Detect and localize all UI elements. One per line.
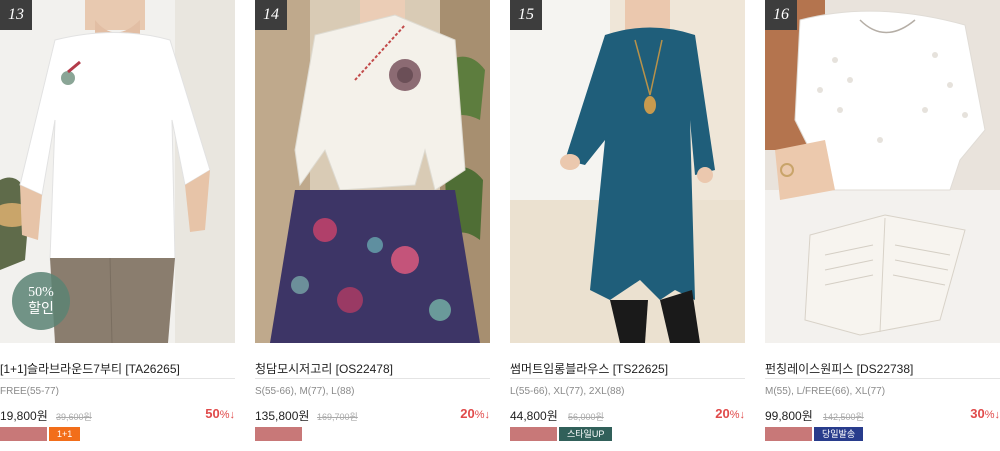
discount-number: 50 xyxy=(205,406,220,421)
color-swatch xyxy=(255,427,302,441)
original-price: 142,500원 xyxy=(823,412,864,422)
product-grid: 13 50% 할인 [1+1]슬라브라운드7부티 [TA26265] FREE(… xyxy=(0,0,1000,451)
promo-tag: 스타일UP xyxy=(559,427,613,441)
color-swatch xyxy=(765,427,812,441)
product-tags: 스타일UP xyxy=(510,427,613,441)
original-price: 39,600원 xyxy=(56,412,92,422)
product-card[interactable]: 16 펀칭레이스원피스 [DS22738] M(55), L/FREE(66),… xyxy=(765,0,1000,451)
product-image[interactable]: 13 50% 할인 xyxy=(0,0,235,343)
discount-rate: 20%↓ xyxy=(460,406,490,421)
discount-rate: 20%↓ xyxy=(715,406,745,421)
discount-rate: 30%↓ xyxy=(970,406,1000,421)
divider xyxy=(0,378,235,379)
original-price: 56,000원 xyxy=(568,412,604,422)
discount-suffix: %↓ xyxy=(729,409,745,421)
product-photo-lace-dress xyxy=(765,0,1000,343)
product-sizes: S(55-66), M(77), L(88) xyxy=(255,386,355,397)
promo-tag: 1+1 xyxy=(49,427,81,441)
color-swatch xyxy=(510,427,557,441)
rank-badge: 15 xyxy=(510,0,542,30)
discount-suffix: %↓ xyxy=(219,409,235,421)
product-card[interactable]: 14 청담모시저고리 [OS22478] S(55-66), M(77), L(… xyxy=(255,0,490,451)
product-card[interactable]: 15 썸머트임롱블라우스 [TS22625] L(55-66), XL(77),… xyxy=(510,0,745,451)
product-image[interactable]: 16 xyxy=(765,0,1000,343)
rank-badge: 14 xyxy=(255,0,287,30)
badge-percent: 50% xyxy=(28,285,54,300)
promo-tag: 당일발송 xyxy=(814,427,864,441)
discount-suffix: %↓ xyxy=(474,409,490,421)
discount-number: 20 xyxy=(460,406,475,421)
product-photo-hanbok-jeogori xyxy=(255,0,490,343)
product-sizes: FREE(55-77) xyxy=(0,386,59,397)
product-card[interactable]: 13 50% 할인 [1+1]슬라브라운드7부티 [TA26265] FREE(… xyxy=(0,0,235,451)
discount-rate: 50%↓ xyxy=(205,406,235,421)
discount-circle-badge: 50% 할인 xyxy=(12,272,70,330)
original-price: 169,700원 xyxy=(317,412,358,422)
product-image[interactable]: 14 xyxy=(255,0,490,343)
discount-suffix: %↓ xyxy=(984,409,1000,421)
product-name[interactable]: [1+1]슬라브라운드7부티 [TA26265] xyxy=(0,360,235,377)
rank-badge: 16 xyxy=(765,0,797,30)
product-sizes: L(55-66), XL(77), 2XL(88) xyxy=(510,386,625,397)
product-tags: 1+1 xyxy=(0,427,81,441)
badge-label: 할인 xyxy=(28,302,54,317)
sale-price: 135,800원 xyxy=(255,409,310,423)
product-name[interactable]: 청담모시저고리 [OS22478] xyxy=(255,360,490,377)
divider xyxy=(255,378,490,379)
product-image[interactable]: 15 xyxy=(510,0,745,343)
rank-badge: 13 xyxy=(0,0,32,30)
product-tags: 당일발송 xyxy=(765,427,864,441)
color-swatch xyxy=(0,427,47,441)
discount-number: 30 xyxy=(970,406,985,421)
product-photo-teal-blouse xyxy=(510,0,745,343)
product-tags xyxy=(255,427,302,441)
sale-price: 19,800원 xyxy=(0,409,48,423)
sale-price: 99,800원 xyxy=(765,409,813,423)
product-name[interactable]: 펀칭레이스원피스 [DS22738] xyxy=(765,360,1000,377)
product-sizes: M(55), L/FREE(66), XL(77) xyxy=(765,386,886,397)
divider xyxy=(510,378,745,379)
product-name[interactable]: 썸머트임롱블라우스 [TS22625] xyxy=(510,360,745,377)
sale-price: 44,800원 xyxy=(510,409,558,423)
discount-number: 20 xyxy=(715,406,730,421)
divider xyxy=(765,378,1000,379)
